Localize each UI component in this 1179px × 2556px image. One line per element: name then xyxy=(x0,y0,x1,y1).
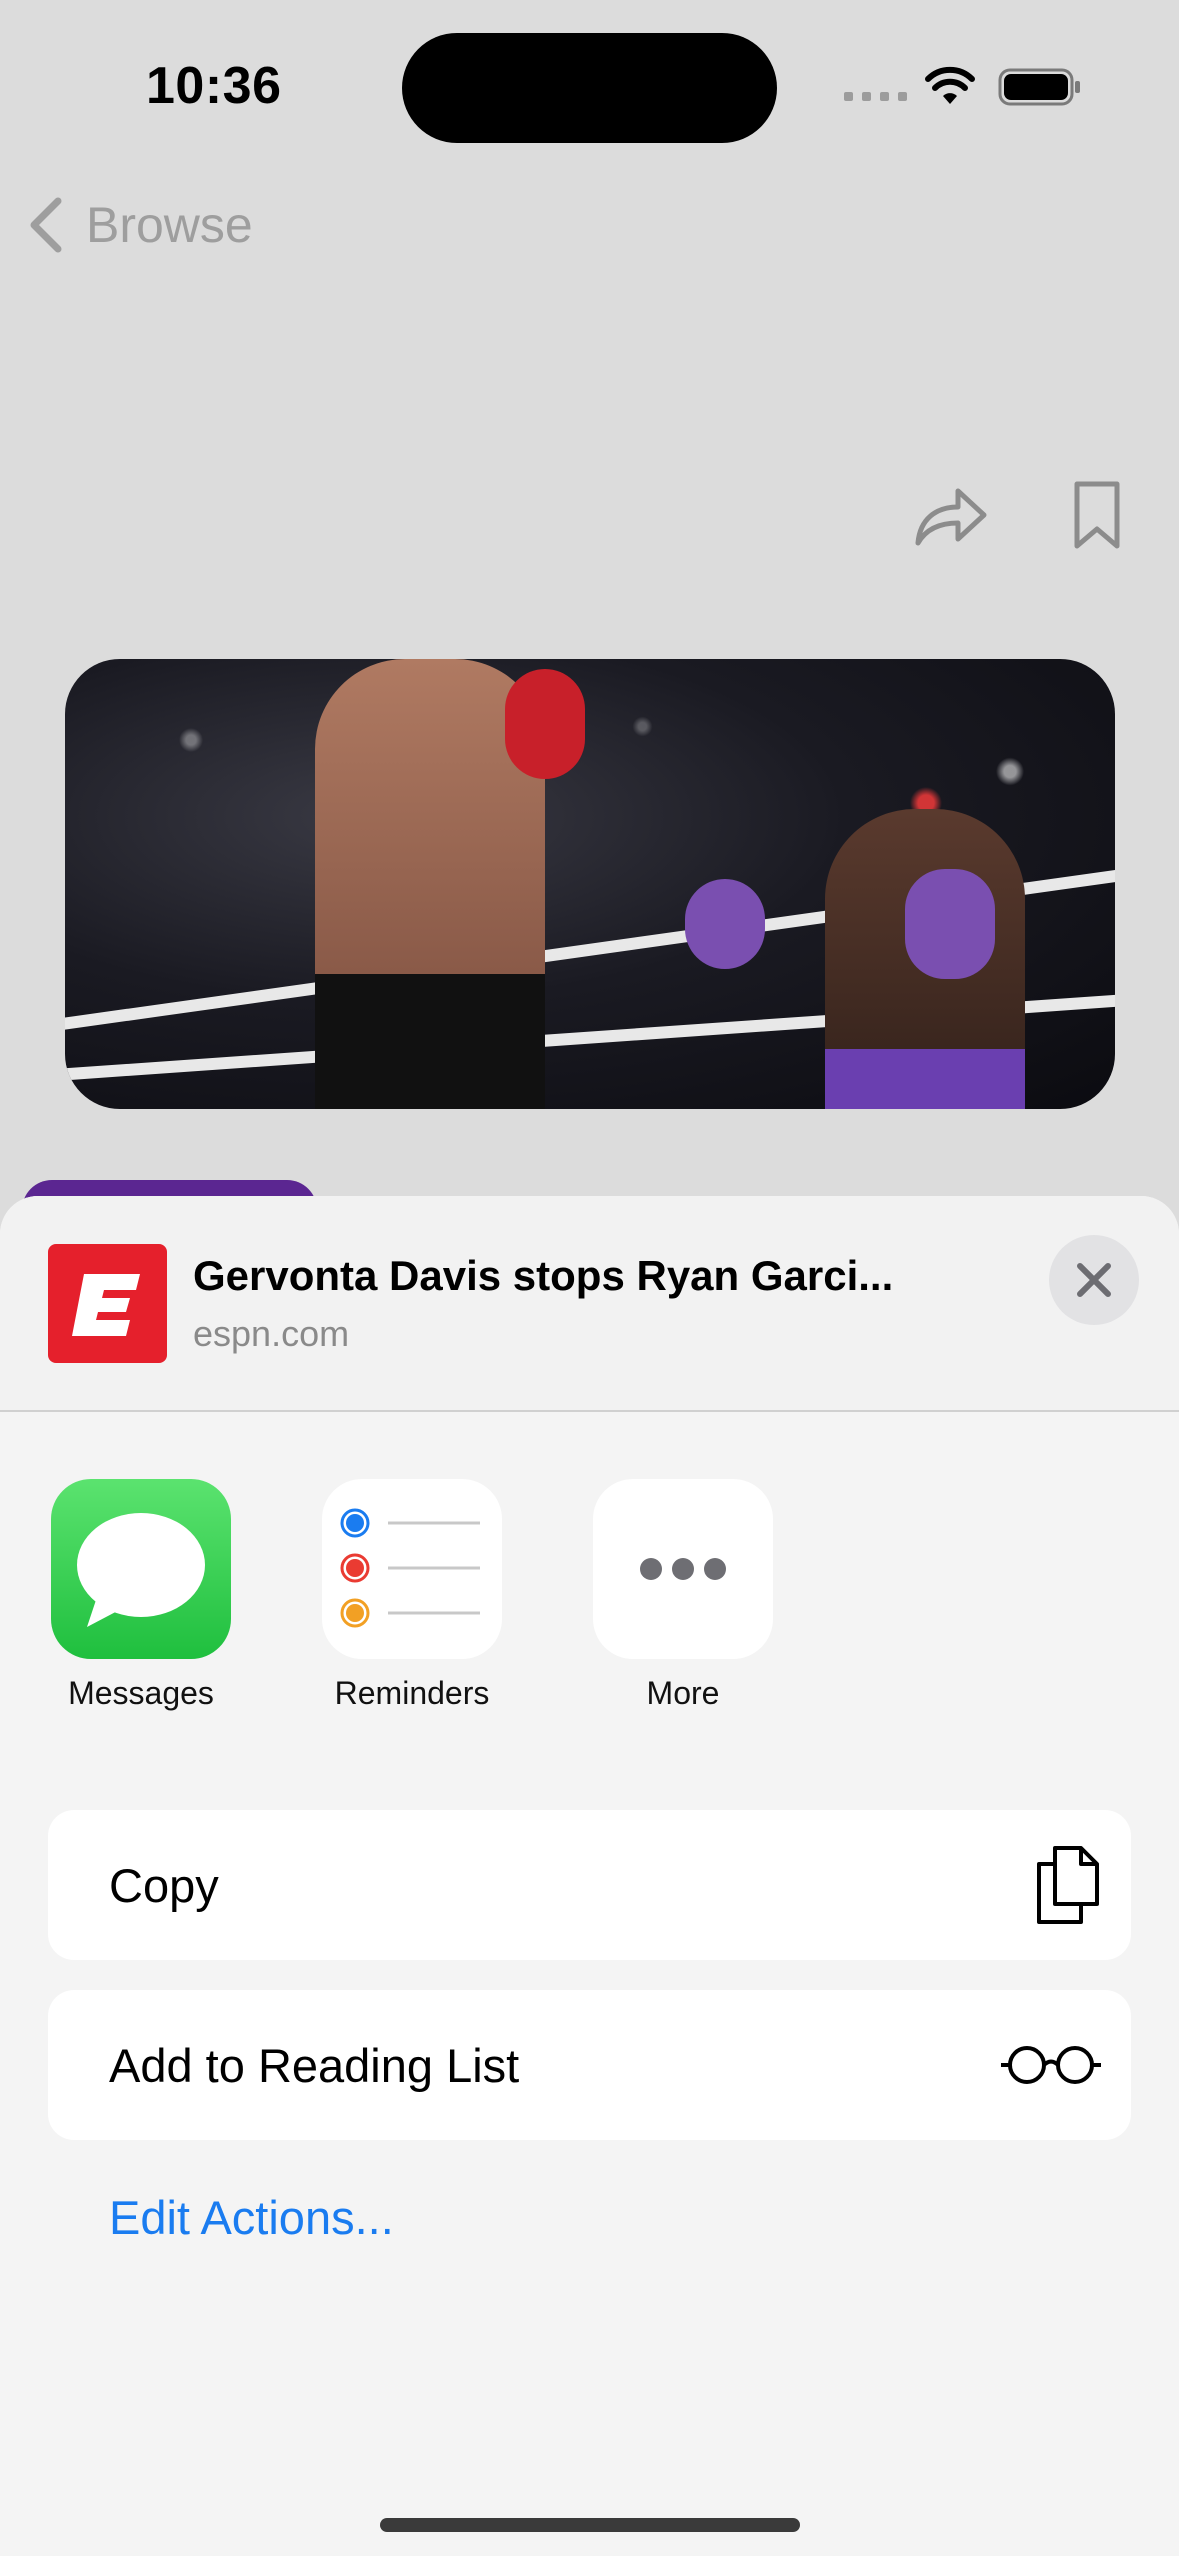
article-hero-image xyxy=(65,659,1115,1109)
glasses-icon xyxy=(1001,2046,1101,2084)
dynamic-island xyxy=(402,33,777,143)
share-sheet-header xyxy=(0,1196,1179,1412)
battery-icon xyxy=(998,68,1082,111)
bookmark-icon[interactable] xyxy=(1072,479,1122,556)
app-label-more: More xyxy=(646,1675,720,1711)
share-subtitle: espn.com xyxy=(193,1313,350,1354)
close-button[interactable] xyxy=(1049,1235,1139,1325)
close-icon xyxy=(1077,1263,1111,1297)
copy-action[interactable]: Copy xyxy=(48,1810,1131,1960)
reading-list-action-label: Add to Reading List xyxy=(109,2038,520,2092)
reminders-icon xyxy=(322,1479,502,1659)
wifi-icon xyxy=(925,64,975,111)
share-icon[interactable] xyxy=(912,483,988,554)
status-time: 10:36 xyxy=(146,57,282,115)
edit-actions-link[interactable]: Edit Actions... xyxy=(109,2190,394,2245)
back-label: Browse xyxy=(86,197,253,253)
cellular-signal-icon xyxy=(844,92,907,101)
add-to-reading-list-action[interactable]: Add to Reading List xyxy=(48,1990,1131,2140)
chevron-left-icon xyxy=(30,197,62,253)
app-label-reminders: Reminders xyxy=(334,1675,490,1711)
app-more[interactable]: More xyxy=(593,1479,773,1712)
home-indicator[interactable] xyxy=(380,2518,800,2532)
copy-action-label: Copy xyxy=(109,1858,219,1912)
back-button[interactable]: Browse xyxy=(26,195,253,255)
copy-icon xyxy=(1037,1846,1099,1924)
app-reminders[interactable]: Reminders xyxy=(322,1479,502,1712)
messages-icon xyxy=(51,1479,231,1659)
more-icon xyxy=(593,1479,773,1659)
app-messages[interactable]: Messages xyxy=(51,1479,231,1712)
espn-logo-icon xyxy=(48,1244,167,1363)
app-label-messages: Messages xyxy=(68,1675,214,1711)
share-title: Gervonta Davis stops Ryan Garci... xyxy=(193,1252,894,1299)
